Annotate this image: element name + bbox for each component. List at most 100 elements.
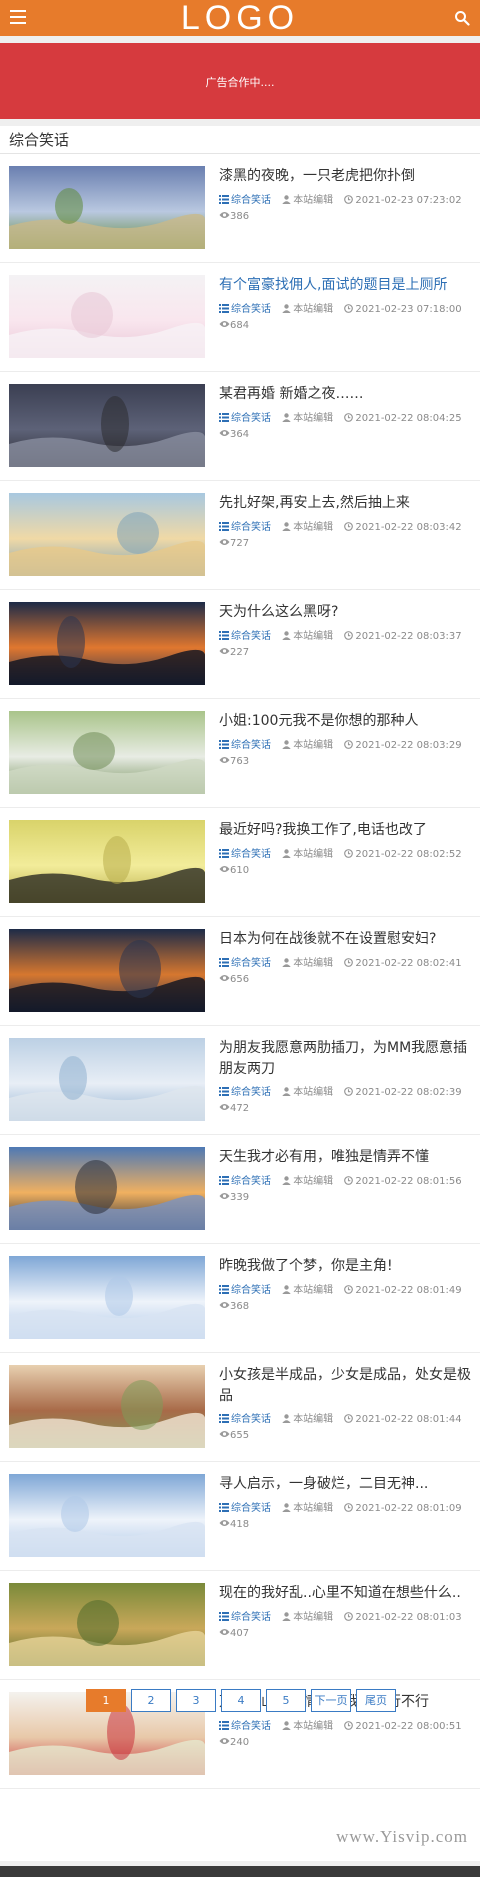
article-title[interactable]: 小姐:100元我不是你想的那种人 (219, 711, 475, 732)
article-item[interactable]: 现在的我好乱..心里不知道在想些什么.. 综合笑话 本站编辑 2021-02-2… (0, 1571, 480, 1680)
article-title[interactable]: 为朋友我愿意两肋插刀，为MM我愿意插朋友两刀 (219, 1038, 475, 1080)
article-item[interactable]: 日本为何在战後就不在设置慰安妇? 综合笑话 本站编辑 2021-02-22 08… (0, 917, 480, 1026)
article-title[interactable]: 漆黑的夜晚，一只老虎把你扑倒 (219, 166, 475, 187)
article-thumbnail[interactable] (9, 1147, 205, 1230)
author: 本站编辑 (282, 304, 333, 315)
category-link[interactable]: 综合笑话 (219, 849, 271, 860)
author-name: 本站编辑 (293, 413, 334, 424)
article-title[interactable]: 最近好吗?我换工作了,电话也改了 (219, 820, 475, 841)
article-item[interactable]: 昨晚我做了个梦，你是主角! 综合笑话 本站编辑 2021-02-22 08:01… (0, 1244, 480, 1353)
next-page-button[interactable]: 下一页 (311, 1689, 351, 1712)
category-link[interactable]: 综合笑话 (219, 740, 271, 751)
article-thumbnail[interactable] (9, 384, 205, 467)
category-label: 综合笑话 (231, 1176, 271, 1187)
category-label: 综合笑话 (231, 958, 271, 969)
page-button-4[interactable]: 4 (221, 1689, 261, 1712)
view-count: 407 (219, 1628, 249, 1642)
article-thumbnail[interactable] (9, 1365, 205, 1448)
views-text: 364 (230, 429, 250, 440)
site-logo[interactable]: LOGO (0, 0, 480, 36)
clock-icon (344, 849, 354, 858)
article-title[interactable]: 先扎好架,再安上去,然后抽上来 (219, 493, 475, 514)
list-icon (219, 958, 229, 967)
category-link[interactable]: 综合笑话 (219, 304, 271, 315)
author: 本站编辑 (282, 413, 333, 424)
date-text: 2021-02-22 08:03:37 (355, 631, 462, 642)
category-link[interactable]: 综合笑话 (219, 1285, 271, 1296)
article-item[interactable]: 小女孩是半成品，少女是成品，处女是极品 综合笑话 本站编辑 2021-02-22… (0, 1353, 480, 1462)
article-thumbnail[interactable] (9, 1256, 205, 1339)
category-link[interactable]: 综合笑话 (219, 1612, 271, 1623)
category-link[interactable]: 综合笑话 (219, 1176, 271, 1187)
post-date: 2021-02-23 07:23:02 (344, 195, 462, 206)
category-link[interactable]: 综合笑话 (219, 413, 271, 424)
user-icon (282, 1612, 291, 1621)
article-item[interactable]: 最近好吗?我换工作了,电话也改了 综合笑话 本站编辑 2021-02-22 08… (0, 808, 480, 917)
author: 本站编辑 (282, 1612, 333, 1623)
clock-icon (344, 304, 354, 313)
author-name: 本站编辑 (293, 522, 334, 533)
article-item[interactable]: 有个富豪找佣人,面试的题目是上厕所 综合笑话 本站编辑 2021-02-23 0… (0, 263, 480, 372)
article-thumbnail[interactable] (9, 275, 205, 358)
category-link[interactable]: 综合笑话 (219, 1087, 271, 1098)
article-thumbnail[interactable] (9, 166, 205, 249)
author-name: 本站编辑 (293, 1414, 334, 1425)
article-thumbnail[interactable] (9, 1583, 205, 1666)
category-link[interactable]: 综合笑话 (219, 1721, 271, 1732)
views-text: 656 (230, 974, 250, 985)
author-name: 本站编辑 (293, 195, 334, 206)
post-date: 2021-02-22 08:03:42 (344, 522, 462, 533)
category-link[interactable]: 综合笑话 (219, 958, 271, 969)
author: 本站编辑 (282, 1414, 333, 1425)
search-icon[interactable] (454, 10, 470, 26)
article-thumbnail[interactable] (9, 1038, 205, 1121)
article-item[interactable]: 天生我才必有用，唯独是情弄不懂 综合笑话 本站编辑 2021-02-22 08:… (0, 1135, 480, 1244)
article-item[interactable]: 某君再婚 新婚之夜…… 综合笑话 本站编辑 2021-02-22 08:04:2… (0, 372, 480, 481)
page-button-5[interactable]: 5 (266, 1689, 306, 1712)
article-item[interactable]: 为朋友我愿意两肋插刀，为MM我愿意插朋友两刀 综合笑话 本站编辑 2021-02… (0, 1026, 480, 1135)
article-thumbnail[interactable] (9, 820, 205, 903)
article-meta: 综合笑话 本站编辑 2021-02-22 08:01:44 (219, 1410, 462, 1425)
article-title[interactable]: 日本为何在战後就不在设置慰安妇? (219, 929, 475, 950)
page-button-1[interactable]: 1 (86, 1689, 126, 1712)
last-page-button[interactable]: 尾页 (356, 1689, 396, 1712)
article-item[interactable]: 漆黑的夜晚，一只老虎把你扑倒 综合笑话 本站编辑 2021-02-23 07:2… (0, 154, 480, 263)
ad-banner[interactable]: 广告合作中.... (0, 43, 480, 119)
category-link[interactable]: 综合笑话 (219, 1503, 271, 1514)
article-thumbnail[interactable] (9, 1474, 205, 1557)
article-meta: 综合笑话 本站编辑 2021-02-22 08:00:51 (219, 1717, 462, 1732)
article-meta: 综合笑话 本站编辑 2021-02-22 08:01:09 (219, 1499, 462, 1514)
article-item[interactable]: 小姐:100元我不是你想的那种人 综合笑话 本站编辑 2021-02-22 08… (0, 699, 480, 808)
date-text: 2021-02-22 08:03:42 (355, 522, 462, 533)
article-title[interactable]: 昨晚我做了个梦，你是主角! (219, 1256, 475, 1277)
page-button-3[interactable]: 3 (176, 1689, 216, 1712)
post-date: 2021-02-23 07:18:00 (344, 304, 462, 315)
post-date: 2021-02-22 08:02:52 (344, 849, 462, 860)
category-link[interactable]: 综合笑话 (219, 1414, 271, 1425)
article-title[interactable]: 现在的我好乱..心里不知道在想些什么.. (219, 1583, 475, 1604)
article-item[interactable]: 天为什么这么黑呀? 综合笑话 本站编辑 2021-02-22 08:03:37 … (0, 590, 480, 699)
view-count: 368 (219, 1301, 249, 1315)
view-count: 386 (219, 211, 249, 225)
article-title[interactable]: 小女孩是半成品，少女是成品，处女是极品 (219, 1365, 475, 1407)
article-meta: 综合笑话 本站编辑 2021-02-22 08:03:37 (219, 627, 462, 642)
article-title[interactable]: 寻人启示，一身破烂，二目无神... (219, 1474, 475, 1495)
page-button-2[interactable]: 2 (131, 1689, 171, 1712)
article-title[interactable]: 天为什么这么黑呀? (219, 602, 475, 623)
article-title[interactable]: 有个富豪找佣人,面试的题目是上厕所 (219, 275, 475, 296)
category-link[interactable]: 综合笑话 (219, 195, 271, 206)
article-thumbnail[interactable] (9, 711, 205, 794)
article-title[interactable]: 某君再婚 新婚之夜…… (219, 384, 475, 405)
category-link[interactable]: 综合笑话 (219, 522, 271, 533)
post-date: 2021-02-22 08:01:56 (344, 1176, 462, 1187)
user-icon (282, 849, 291, 858)
date-text: 2021-02-23 07:23:02 (355, 195, 462, 206)
article-thumbnail[interactable] (9, 929, 205, 1012)
list-icon (219, 631, 229, 640)
article-item[interactable]: 先扎好架,再安上去,然后抽上来 综合笑话 本站编辑 2021-02-22 08:… (0, 481, 480, 590)
article-title[interactable]: 天生我才必有用，唯独是情弄不懂 (219, 1147, 475, 1168)
article-item[interactable]: 寻人启示，一身破烂，二目无神... 综合笑话 本站编辑 2021-02-22 0… (0, 1462, 480, 1571)
category-link[interactable]: 综合笑话 (219, 631, 271, 642)
article-thumbnail[interactable] (9, 493, 205, 576)
article-thumbnail[interactable] (9, 602, 205, 685)
